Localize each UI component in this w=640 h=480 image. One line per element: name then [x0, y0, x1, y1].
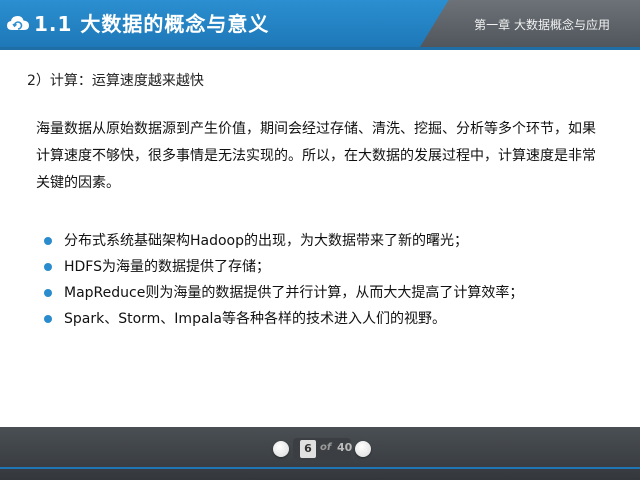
bullet-text: Spark、Storm、Impala等各种各样的技术进入人们的视野。 — [64, 311, 447, 327]
next-page-button[interactable] — [355, 441, 371, 457]
chapter-label: 第一章 大数据概念与应用 — [474, 18, 610, 32]
bullet-item: Spark、Storm、Impala等各种各样的技术进入人们的视野。 — [40, 306, 600, 332]
previous-page-button[interactable] — [273, 441, 289, 457]
footer-accent-line — [0, 467, 640, 469]
bullet-item: MapReduce则为海量的数据提供了并行计算，从而大大提高了计算效率； — [40, 280, 600, 306]
slide-title: 1.1 大数据的概念与意义 — [34, 12, 270, 36]
total-pages-number: 40 — [337, 441, 353, 454]
bullet-dot-icon — [44, 263, 52, 271]
bullet-item: 分布式系统基础架构Hadoop的出现，为大数据带来了新的曙光； — [40, 228, 600, 254]
bullet-text: MapReduce则为海量的数据提供了并行计算，从而大大提高了计算效率； — [64, 285, 524, 301]
bullet-dot-icon — [44, 289, 52, 297]
page-of-label: of — [320, 442, 332, 453]
bullet-item: HDFS为海量的数据提供了存储； — [40, 254, 600, 280]
bullet-text: HDFS为海量的数据提供了存储； — [64, 259, 271, 275]
bullet-text: 分布式系统基础架构Hadoop的出现，为大数据带来了新的曙光； — [64, 233, 469, 249]
bullet-dot-icon — [44, 315, 52, 323]
header-divider — [0, 47, 640, 50]
current-page-number[interactable]: 6 — [300, 440, 316, 458]
body-paragraph: 海量数据从原始数据源到产生价值，期间会经过存储、清洗、挖掘、分析等多个环节，如果… — [36, 121, 596, 191]
bullet-list: 分布式系统基础架构Hadoop的出现，为大数据带来了新的曙光； HDFS为海量的… — [40, 228, 600, 332]
slide-header: 1.1 大数据的概念与意义 第一章 大数据概念与应用 — [0, 0, 640, 50]
section-heading: 2）计算：运算速度越来越快 — [27, 73, 204, 89]
bullet-dot-icon — [44, 237, 52, 245]
cloud-refresh-icon — [7, 16, 29, 30]
